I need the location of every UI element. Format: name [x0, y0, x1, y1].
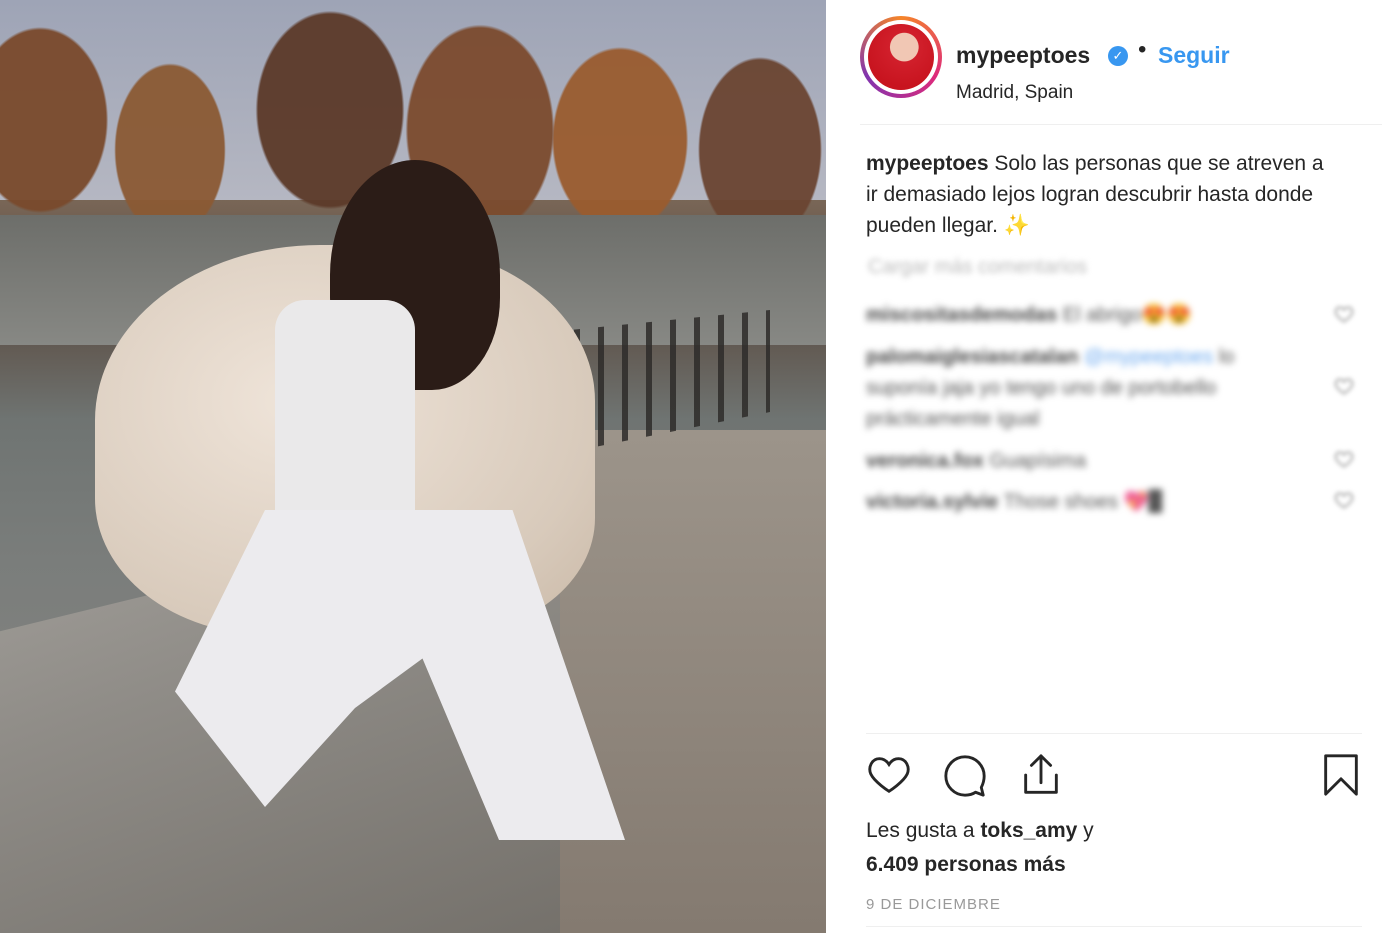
comment-username[interactable]: miscositasdemodas — [866, 304, 1057, 326]
header-separator: • — [1138, 36, 1147, 63]
location-link[interactable]: Madrid, Spain — [956, 82, 1073, 104]
comment-like-icon[interactable] — [1334, 304, 1354, 324]
bookmark-icon[interactable] — [1318, 752, 1364, 798]
comment-item: veronica.fox Guapísima — [866, 446, 1296, 477]
post-header: mypeeptoes ✓ • Seguir Madrid, Spain — [860, 14, 1382, 125]
comment-like-icon[interactable] — [1334, 449, 1354, 469]
photo-walkway — [560, 430, 826, 933]
follow-button[interactable]: Seguir — [1158, 42, 1230, 69]
photo-white-shirt — [275, 300, 415, 520]
comment-text: Guapísima — [989, 450, 1087, 472]
divider — [866, 926, 1362, 927]
post-action-bar — [866, 733, 1362, 822]
likes-count[interactable]: 6.409 personas más — [866, 853, 1066, 876]
comment-text: El abrigo😍😍 — [1062, 304, 1192, 326]
load-more-comments-button[interactable]: Cargar más comentarios — [868, 256, 1087, 279]
verified-badge-icon: ✓ — [1108, 46, 1128, 66]
avatar-image — [868, 24, 934, 90]
likes-prefix: Les gusta a — [866, 819, 975, 842]
heart-icon[interactable] — [866, 752, 912, 798]
comment-text: Those shoes 💖▉ — [1003, 491, 1164, 513]
share-icon[interactable] — [1018, 752, 1064, 798]
likes-conj: y — [1083, 819, 1094, 842]
likes-summary: Les gusta a toks_amy y 6.409 personas má… — [866, 814, 1094, 882]
avatar[interactable] — [860, 16, 942, 98]
comment-username[interactable]: veronica.fox — [866, 450, 984, 472]
comment-mention[interactable]: @mypeeptoes — [1084, 346, 1213, 368]
comment-like-icon[interactable] — [1334, 490, 1354, 510]
post-date[interactable]: 9 DE DICIEMBRE — [866, 896, 1001, 913]
comment-item: miscositasdemodas El abrigo😍😍 — [866, 300, 1296, 331]
instagram-post: mypeeptoes ✓ • Seguir Madrid, Spain mype… — [0, 0, 1400, 933]
caption-username[interactable]: mypeeptoes — [866, 152, 989, 175]
comment-icon[interactable] — [942, 752, 988, 798]
comment-item: palomaiglesiascatalan @mypeeptoes lo sup… — [866, 342, 1296, 435]
comment-like-icon[interactable] — [1334, 376, 1354, 396]
comment-item: victoria.sylvie Those shoes 💖▉ — [866, 487, 1296, 518]
comment-username[interactable]: palomaiglesiascatalan — [866, 346, 1078, 368]
comment-username[interactable]: victoria.sylvie — [866, 491, 998, 513]
likes-user[interactable]: toks_amy — [980, 819, 1077, 842]
post-photo[interactable] — [0, 0, 826, 933]
avatar-frame — [864, 20, 938, 94]
header-username[interactable]: mypeeptoes — [956, 42, 1090, 69]
post-caption: mypeeptoes Solo las personas que se atre… — [866, 148, 1336, 241]
